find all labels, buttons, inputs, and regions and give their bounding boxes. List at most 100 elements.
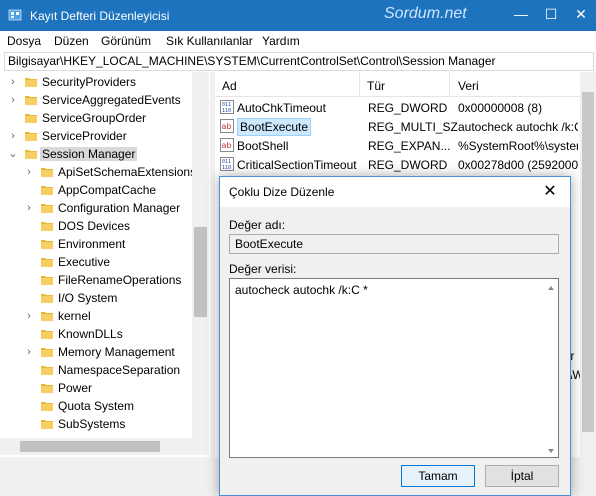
svg-text:ab: ab bbox=[222, 122, 232, 131]
tree-item[interactable]: FileRenameOperations bbox=[0, 271, 192, 289]
address-bar[interactable]: Bilgisayar\HKEY_LOCAL_MACHINE\SYSTEM\Cur… bbox=[4, 52, 594, 71]
tree-item[interactable]: NamespaceSeparation bbox=[0, 361, 192, 379]
edit-multi-string-dialog: Çoklu Dize Düzenle ✕ Değer adı: BootExec… bbox=[219, 176, 571, 496]
tree-item[interactable]: Power bbox=[0, 379, 192, 397]
list-vertical-scrollbar[interactable] bbox=[580, 72, 596, 457]
scroll-arrows-icon[interactable] bbox=[545, 417, 557, 457]
svg-text:110: 110 bbox=[222, 165, 231, 171]
list-row[interactable]: ab BootShell REG_EXPAN... %SystemRoot%\syst… bbox=[215, 136, 580, 155]
window-titlebar[interactable]: Kayıt Defteri Düzenleyicisi Sordum.net —… bbox=[0, 0, 596, 31]
tree-item-label: kernel bbox=[58, 309, 91, 323]
tree-item[interactable]: ServiceGroupOrder bbox=[0, 109, 192, 127]
folder-icon bbox=[41, 384, 53, 393]
column-data-header[interactable]: Veri bbox=[458, 79, 479, 93]
column-type-header[interactable]: Tür bbox=[367, 79, 385, 93]
regedit-icon bbox=[8, 9, 22, 21]
tree-hscroll-thumb[interactable] bbox=[20, 441, 160, 452]
column-name-header[interactable]: Ad bbox=[222, 79, 237, 93]
tree-item-label: Power bbox=[58, 381, 93, 395]
binary-value-icon: 011110 bbox=[220, 157, 234, 171]
tree-item-label: Environment bbox=[58, 237, 126, 251]
expand-chevron-icon bbox=[24, 219, 34, 233]
column-divider[interactable] bbox=[449, 72, 450, 97]
column-divider[interactable] bbox=[359, 72, 360, 97]
folder-icon bbox=[25, 132, 37, 141]
folder-icon bbox=[41, 258, 53, 267]
tree-item[interactable]: Quota System bbox=[0, 397, 192, 415]
list-row[interactable]: ab BootExecute REG_MULTI_SZ autocheck autoc… bbox=[215, 117, 580, 136]
tree-item-label: FileRenameOperations bbox=[58, 273, 182, 287]
list-cell-type: REG_EXPAN... bbox=[368, 139, 451, 153]
maximize-button[interactable]: ☐ bbox=[536, 0, 566, 31]
list-cell-type: REG_MULTI_SZ bbox=[368, 120, 458, 134]
expand-chevron-icon[interactable]: › bbox=[24, 309, 34, 323]
window-title: Kayıt Defteri Düzenleyicisi bbox=[30, 9, 170, 23]
tree-item[interactable]: › ServiceAggregatedEvents bbox=[0, 91, 192, 109]
tree-scroll-thumb[interactable] bbox=[194, 227, 207, 317]
tree-item-label: ServiceProvider bbox=[42, 129, 127, 143]
list-cell-data: 0x00278d00 (2592000) bbox=[458, 158, 578, 172]
menu-file[interactable]: Dosya bbox=[7, 34, 41, 48]
tree-item-label: Session Manager bbox=[40, 147, 138, 161]
folder-icon bbox=[41, 348, 53, 357]
tree-item[interactable]: SubSystems bbox=[0, 415, 192, 433]
tree-item[interactable]: › SecurityProviders bbox=[0, 73, 192, 91]
expand-chevron-icon[interactable]: › bbox=[8, 129, 18, 143]
tree-item[interactable]: AppCompatCache bbox=[0, 181, 192, 199]
folder-icon bbox=[25, 150, 37, 159]
list-cell-data: 0x00000008 (8) bbox=[458, 101, 543, 115]
dialog-titlebar[interactable]: Çoklu Dize Düzenle ✕ bbox=[220, 177, 570, 207]
expand-chevron-icon[interactable]: › bbox=[8, 75, 18, 89]
tree-item[interactable]: › kernel bbox=[0, 307, 192, 325]
folder-icon bbox=[41, 186, 53, 195]
scroll-arrows-icon[interactable] bbox=[545, 282, 557, 322]
menu-favorites[interactable]: Sık Kullanılanlar bbox=[166, 34, 253, 48]
tree-item[interactable]: DOS Devices bbox=[0, 217, 192, 235]
tree-item-label: KnownDLLs bbox=[58, 327, 123, 341]
list-row[interactable]: 011 110 AutoChkTimeout REG_DWORD 0x00000008 … bbox=[215, 98, 580, 117]
tree-item[interactable]: Executive bbox=[0, 253, 192, 271]
folder-icon bbox=[41, 168, 53, 177]
list-scroll-thumb[interactable] bbox=[582, 92, 594, 432]
menu-edit[interactable]: Düzen bbox=[54, 34, 89, 48]
tree-horizontal-scrollbar[interactable] bbox=[0, 438, 209, 455]
tree-item-label: ServiceAggregatedEvents bbox=[42, 93, 181, 107]
ok-button[interactable]: Tamam bbox=[401, 465, 475, 487]
value-data-textarea[interactable]: autocheck autochk /k:C * bbox=[229, 278, 559, 458]
cancel-button[interactable]: İptal bbox=[485, 465, 559, 487]
expand-chevron-icon bbox=[24, 327, 34, 341]
folder-icon bbox=[41, 330, 53, 339]
menu-help[interactable]: Yardım bbox=[262, 34, 300, 48]
registry-tree[interactable]: › SecurityProviders › ServiceAggregatedEven… bbox=[0, 72, 209, 457]
minimize-button[interactable]: — bbox=[506, 0, 536, 31]
tree-item[interactable]: › Memory Management bbox=[0, 343, 192, 361]
tree-item-label: Executive bbox=[58, 255, 111, 269]
expand-chevron-icon[interactable]: › bbox=[24, 345, 34, 359]
tree-item-label: SubSystems bbox=[58, 417, 126, 431]
folder-icon bbox=[25, 96, 37, 105]
close-button[interactable]: ✕ bbox=[566, 0, 596, 31]
tree-item[interactable]: I/O System bbox=[0, 289, 192, 307]
expand-chevron-icon[interactable]: › bbox=[8, 93, 18, 107]
tree-item[interactable]: ⌄ Session Manager bbox=[0, 145, 192, 163]
dialog-close-icon[interactable]: ✕ bbox=[538, 181, 562, 203]
tree-item[interactable]: › ApiSetSchemaExtensions bbox=[0, 163, 196, 181]
tree-vertical-scrollbar[interactable] bbox=[192, 72, 209, 438]
dialog-title: Çoklu Dize Düzenle bbox=[229, 185, 335, 199]
list-row[interactable]: 011 110 CriticalSectionTimeout REG_DWORD 0x0… bbox=[215, 155, 580, 174]
string-value-icon: ab bbox=[220, 119, 234, 133]
tree-item[interactable]: Environment bbox=[0, 235, 192, 253]
collapse-chevron-icon[interactable]: ⌄ bbox=[8, 147, 18, 161]
expand-chevron-icon[interactable]: › bbox=[24, 165, 34, 179]
list-cell-name: AutoChkTimeout bbox=[237, 101, 326, 115]
menu-view[interactable]: Görünüm bbox=[101, 34, 151, 48]
tree-item[interactable]: › Configuration Manager bbox=[0, 199, 192, 217]
expand-chevron-icon bbox=[24, 291, 34, 305]
tree-item[interactable]: KnownDLLs bbox=[0, 325, 192, 343]
value-name-field[interactable]: BootExecute bbox=[229, 234, 559, 254]
expand-chevron-icon bbox=[24, 381, 34, 395]
tree-item-label: I/O System bbox=[58, 291, 118, 305]
tree-item[interactable]: › ServiceProvider bbox=[0, 127, 192, 145]
expand-chevron-icon[interactable]: › bbox=[24, 201, 34, 215]
list-cell-type: REG_DWORD bbox=[368, 101, 448, 115]
